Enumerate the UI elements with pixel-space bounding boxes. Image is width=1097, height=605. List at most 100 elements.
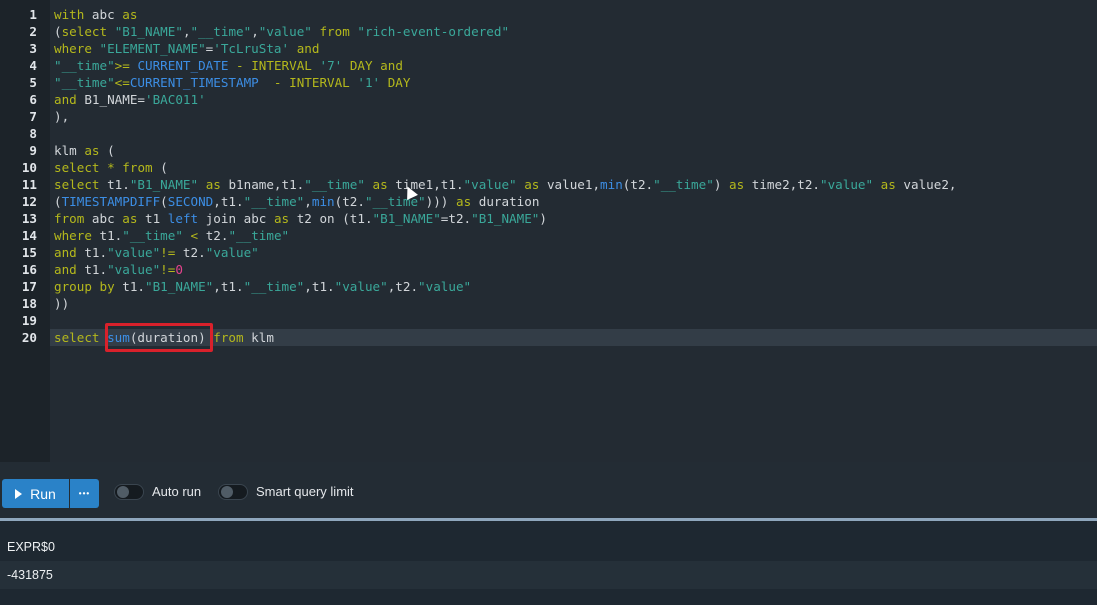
code-token: CURRENT_DATE [137, 58, 229, 73]
code-token: and [380, 58, 403, 73]
code-token: t1. [114, 279, 146, 294]
code-token: ( [54, 24, 62, 39]
sql-editor[interactable]: 1 2 3 4 5 6 7 8 9 10 11 12 13 14 15 16 17 18 19 20 with abc… [0, 0, 1097, 462]
result-cell[interactable]: -431875 [7, 561, 53, 589]
code-token: "value" [107, 245, 161, 260]
code-token: - [236, 58, 244, 73]
code-token: INTERVAL [251, 58, 312, 73]
code-token: "value" [819, 177, 874, 192]
run-button[interactable]: Run [2, 479, 69, 508]
code-token: "value" [107, 262, 161, 277]
code-token: select [61, 24, 108, 39]
code-line: "__time">= CURRENT_DATE - INTERVAL '7' D… [54, 57, 403, 74]
code-token: "__time" [190, 24, 252, 39]
code-token: from [54, 211, 85, 226]
code-token: as [372, 177, 388, 192]
toggle-knob [221, 486, 233, 498]
code-token: as [122, 7, 138, 22]
code-line: select * from ( [54, 159, 168, 176]
code-token: ,t2. [387, 279, 419, 294]
results-header-row: EXPR$0 [0, 533, 1097, 561]
code-token: as [455, 194, 472, 209]
code-token: "__time" [122, 228, 183, 243]
code-token: CURRENT_TIMESTAMP [129, 75, 259, 90]
line-number: 1 [29, 7, 37, 22]
code-token: select [54, 330, 100, 345]
code-token: ,t1. [304, 279, 335, 294]
auto-run-toggle[interactable] [114, 484, 144, 500]
code-token: t2. [198, 228, 229, 243]
smart-query-limit-label: Smart query limit [256, 484, 354, 499]
code-token: as [880, 177, 896, 192]
line-number: 7 [29, 109, 37, 124]
code-token: b1name,t1. [220, 177, 305, 192]
code-token: with [54, 7, 85, 22]
code-token: ( [152, 160, 168, 175]
code-token: select [54, 177, 100, 192]
toggle-knob [117, 486, 129, 498]
code-token: ))) [425, 194, 456, 209]
code-token: as [122, 211, 138, 226]
code-token: "__time" [54, 58, 115, 73]
line-number: 10 [21, 160, 37, 175]
code-token: abc [84, 211, 123, 226]
code-token: ), [54, 109, 70, 124]
code-token: ( [99, 143, 115, 158]
code-token: group by [54, 279, 115, 294]
code-token: B1_NAME= [76, 92, 145, 107]
code-token: abc [84, 7, 123, 22]
code-token: from [122, 160, 153, 175]
code-token: - [273, 75, 282, 90]
code-token: duration [471, 194, 540, 209]
code-line: and t1."value"!=0 [54, 261, 183, 278]
code-token: (t2. [622, 177, 654, 192]
code-token: "__time" [653, 177, 714, 192]
code-token: >= [114, 58, 130, 73]
code-token: (t2. [334, 194, 365, 209]
code-token: "B1_NAME" [471, 211, 540, 226]
run-options-button[interactable]: ••• [70, 479, 99, 508]
code-token: "B1_NAME" [372, 211, 441, 226]
code-token: "__time" [243, 279, 305, 294]
column-header[interactable]: EXPR$0 [7, 533, 55, 561]
code-token: 'TcLruSta' [213, 41, 290, 56]
code-token: value1, [539, 177, 601, 192]
code-token: "value" [418, 279, 472, 294]
code-line: and B1_NAME='BAC011' [54, 91, 206, 108]
code-token: "__time" [304, 177, 365, 192]
code-token: , [182, 24, 191, 39]
code-area[interactable]: with abc as (select "B1_NAME","__time","v… [50, 0, 1097, 462]
code-token: ( [160, 194, 168, 209]
code-token: 0 [175, 262, 183, 277]
code-token: min [600, 177, 623, 192]
line-number: 8 [29, 126, 37, 141]
code-token: from [319, 24, 350, 39]
code-token: DAY [387, 75, 411, 90]
line-number: 11 [21, 177, 37, 192]
smart-query-limit-toggle[interactable] [218, 484, 248, 500]
code-token: "__time" [243, 194, 305, 209]
code-token: 'BAC011' [145, 92, 206, 107]
code-line: )) [54, 295, 69, 312]
code-token: != [160, 245, 176, 260]
code-line: "__time"<=CURRENT_TIMESTAMP - INTERVAL '… [54, 74, 410, 91]
code-token: "value" [205, 245, 259, 260]
line-number: 2 [29, 24, 37, 39]
code-token: ,t1. [213, 194, 244, 209]
code-token: "B1_NAME" [129, 177, 199, 192]
code-token: '1' [357, 75, 381, 90]
code-token: "__time" [54, 75, 115, 90]
code-token: t1. [76, 245, 108, 260]
run-button-label: Run [30, 485, 56, 502]
code-token: t1 [137, 211, 168, 226]
code-token: ) [713, 177, 729, 192]
